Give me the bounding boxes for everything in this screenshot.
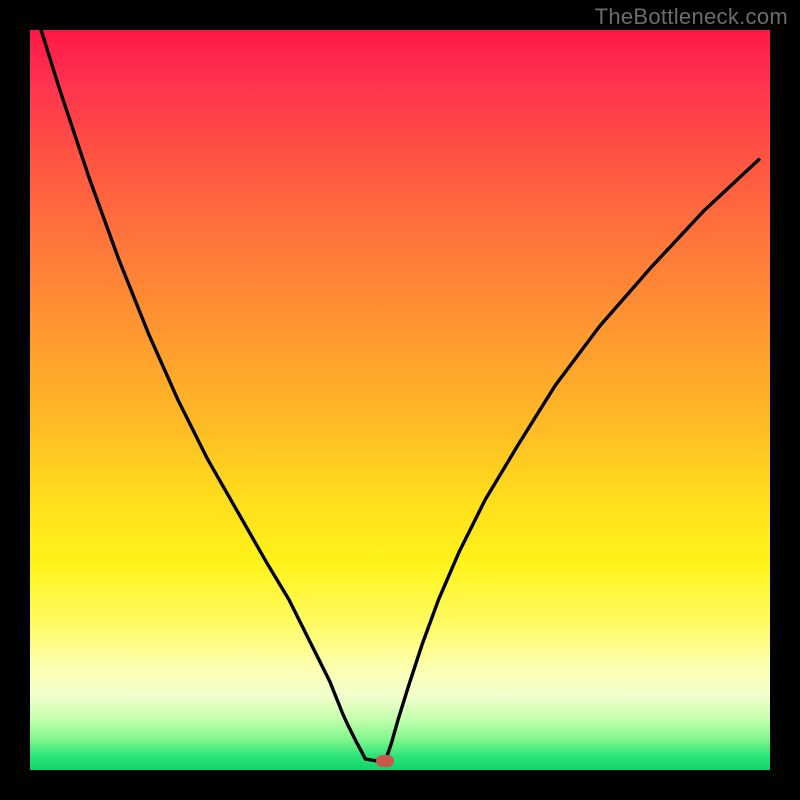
plot-area — [30, 30, 770, 770]
trough-marker — [376, 755, 394, 767]
bottleneck-curve — [30, 30, 770, 770]
watermark-text: TheBottleneck.com — [595, 4, 788, 30]
chart-frame: TheBottleneck.com — [0, 0, 800, 800]
